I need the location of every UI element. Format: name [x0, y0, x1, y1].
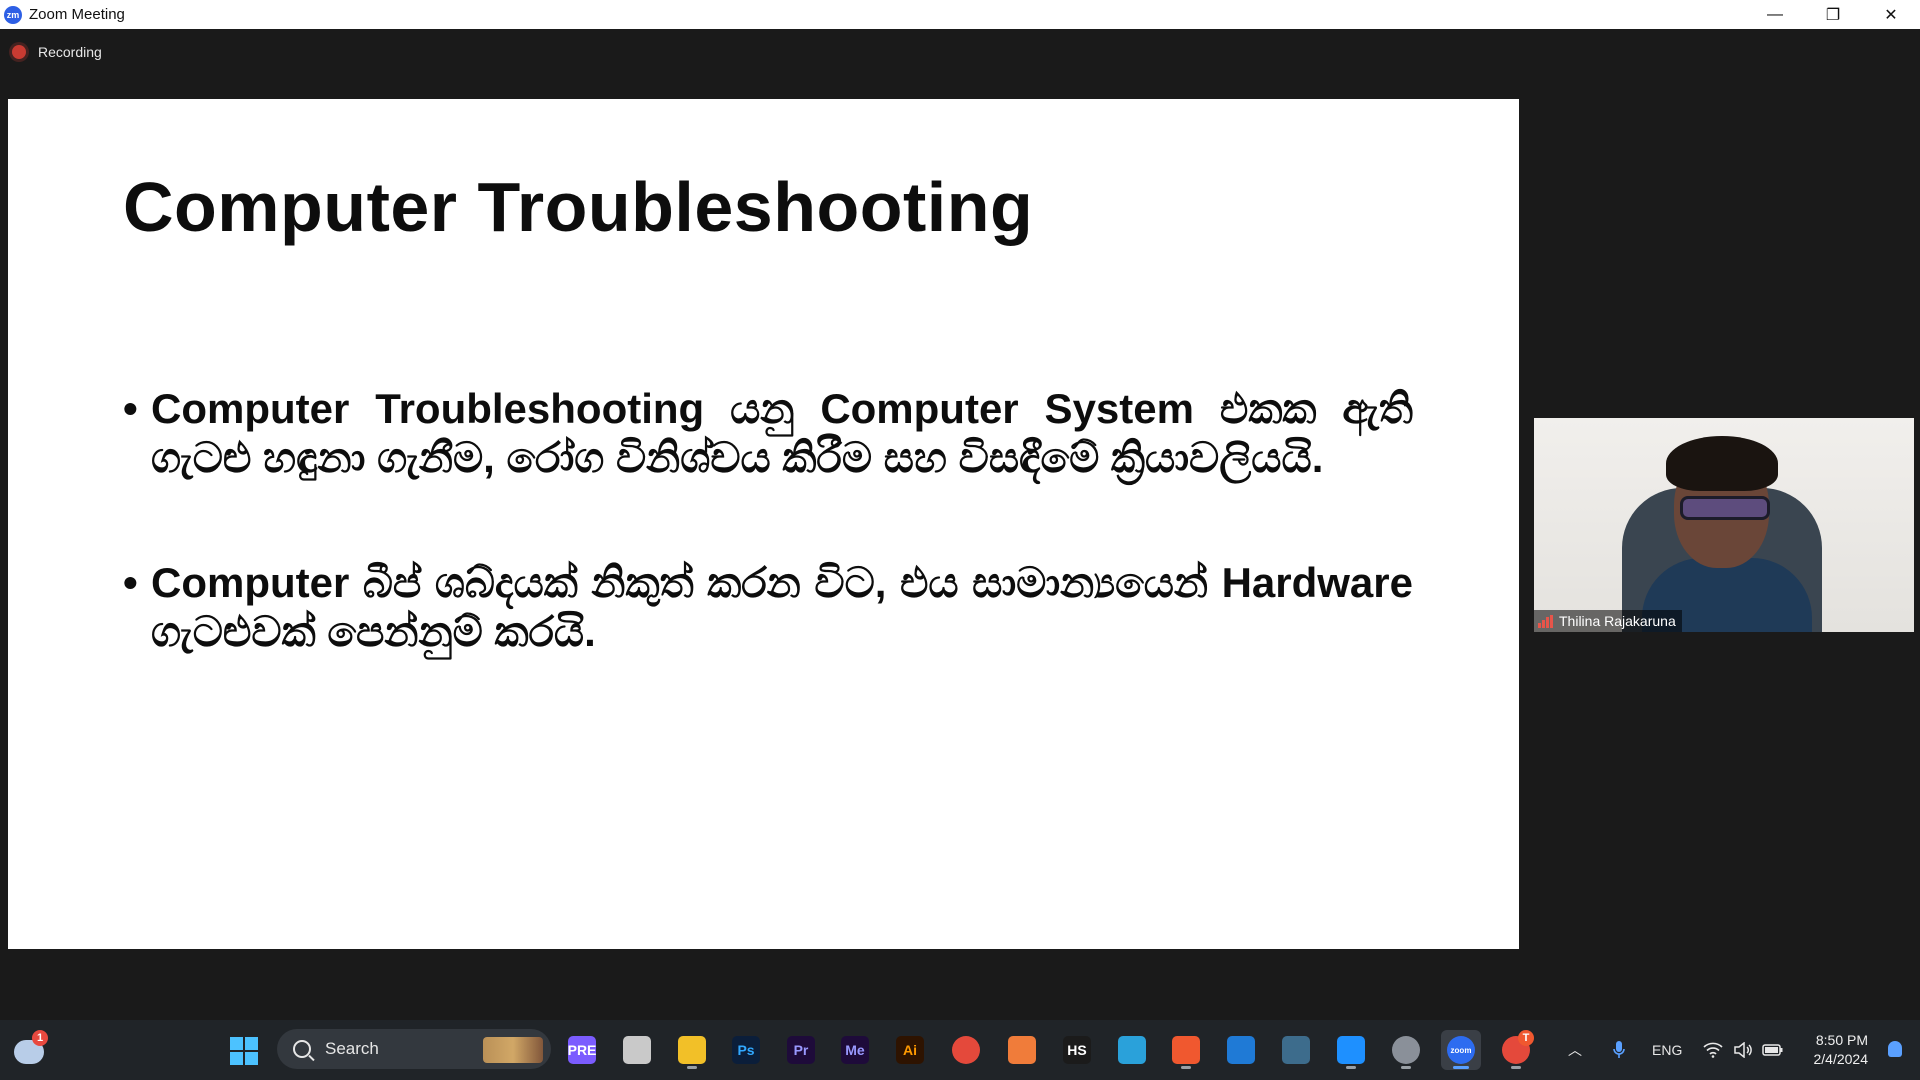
search-icon	[293, 1040, 311, 1058]
taskbar-photoshop-button[interactable]: Ps	[726, 1030, 766, 1070]
participant-video[interactable]: Thilina Rajakaruna	[1534, 418, 1914, 632]
window-title: Zoom Meeting	[29, 6, 125, 23]
title-bar: zm Zoom Meeting — ❐ ✕	[0, 0, 1920, 29]
language-indicator[interactable]: ENG	[1652, 1020, 1682, 1080]
illustrator-icon: Ai	[896, 1036, 924, 1064]
chrome-profile-badge: T	[1518, 1030, 1534, 1046]
taskbar-file-explorer-button[interactable]	[672, 1030, 712, 1070]
taskbar-chrome-profile-button[interactable]: T	[1496, 1030, 1536, 1070]
restore-button[interactable]: ❐	[1804, 0, 1862, 29]
bullet-text: Computer බීප් ශබ්දයක් නිකුත් කරන විට, එය…	[151, 559, 1413, 655]
taskbar-premiere-button[interactable]: Pr	[781, 1030, 821, 1070]
brave-icon	[1172, 1036, 1200, 1064]
file-explorer-icon	[678, 1036, 706, 1064]
taskbar-copilot-button[interactable]: PRE	[562, 1030, 602, 1070]
bullet-point: •	[123, 385, 138, 432]
connection-signal-icon	[1538, 614, 1553, 628]
participant-hair	[1666, 436, 1778, 491]
zoom-icon: zoom	[1447, 1036, 1475, 1064]
settings-icon	[1392, 1036, 1420, 1064]
running-indicator	[1401, 1066, 1411, 1069]
participant-glasses	[1680, 496, 1770, 520]
bullet-text: Computer Troubleshooting යනු Computer Sy…	[151, 385, 1413, 481]
battery-icon[interactable]	[1762, 1020, 1784, 1080]
hs-app-icon: HS	[1063, 1036, 1091, 1064]
sync-app-icon	[1337, 1036, 1365, 1064]
clock-date: 2/4/2024	[1813, 1051, 1869, 1067]
media-encoder-icon: Me	[841, 1036, 869, 1064]
shared-screen-slide: Computer Troubleshooting • Computer Trou…	[8, 99, 1519, 949]
search-highlight-image	[483, 1037, 543, 1063]
show-hidden-icons-button[interactable]: ︿	[1568, 1020, 1582, 1080]
copilot-icon: PRE	[568, 1036, 596, 1064]
search-placeholder: Search	[325, 1039, 379, 1058]
volume-icon[interactable]	[1733, 1020, 1753, 1080]
bullet-point: •	[123, 559, 138, 606]
chrome-icon	[952, 1036, 980, 1064]
running-indicator	[1346, 1066, 1356, 1069]
start-button[interactable]	[230, 1037, 258, 1065]
window-controls: — ❐ ✕	[1746, 0, 1920, 29]
recording-indicator[interactable]: Recording	[12, 44, 102, 60]
taskbar-task-view-button[interactable]	[617, 1030, 657, 1070]
taskbar-media-encoder-button[interactable]: Me	[835, 1030, 875, 1070]
taskbar: 1 Search PRE Ps Pr Me Ai HS zoom T ︿ ENG 8:50 P…	[0, 1020, 1920, 1080]
task-view-icon	[623, 1036, 651, 1064]
running-indicator	[1511, 1066, 1521, 1069]
premiere-icon: Pr	[787, 1036, 815, 1064]
taskbar-brave-button[interactable]	[1166, 1030, 1206, 1070]
participant-name-tag: Thilina Rajakaruna	[1534, 610, 1682, 632]
telegram-icon	[1118, 1036, 1146, 1064]
weather-badge: 1	[32, 1030, 48, 1046]
chevron-up-icon: ︿	[1568, 1042, 1582, 1058]
zoom-logo-icon: zm	[4, 5, 22, 24]
taskbar-telegram-button[interactable]	[1112, 1030, 1152, 1070]
clock-time: 8:50 PM	[1815, 1032, 1868, 1048]
taskbar-hs-app-button[interactable]: HS	[1057, 1030, 1097, 1070]
taskbar-sync-app-button[interactable]	[1331, 1030, 1371, 1070]
notification-bell-icon[interactable]	[1888, 1041, 1902, 1057]
photoshop-icon: Ps	[732, 1036, 760, 1064]
minimize-button[interactable]: —	[1746, 0, 1804, 29]
language-label: ENG	[1652, 1042, 1683, 1058]
microphone-icon[interactable]	[1612, 1020, 1626, 1080]
participant-name: Thilina Rajakaruna	[1559, 613, 1676, 629]
running-indicator	[687, 1066, 697, 1069]
slide-bullet: • Computer Troubleshooting යනු Computer …	[123, 385, 1413, 482]
taskbar-search[interactable]: Search	[277, 1029, 551, 1069]
running-indicator	[1181, 1066, 1191, 1069]
taskbar-chrome-button[interactable]	[946, 1030, 986, 1070]
slide-title: Computer Troubleshooting	[123, 168, 1034, 246]
system-clock[interactable]: 8:50 PM 2/4/2024	[1814, 1031, 1869, 1069]
taskbar-zoom-button[interactable]: zoom	[1441, 1030, 1481, 1070]
recording-dot-icon	[12, 45, 26, 59]
slide-bullet: • Computer බීප් ශබ්දයක් නිකුත් කරන විට, …	[123, 559, 1413, 656]
weather-widget[interactable]: 1	[10, 1030, 50, 1070]
close-button[interactable]: ✕	[1862, 0, 1920, 29]
mysql-workbench-icon	[1282, 1036, 1310, 1064]
running-indicator	[1453, 1066, 1469, 1069]
xampp-icon	[1008, 1036, 1036, 1064]
wifi-icon[interactable]	[1703, 1020, 1723, 1080]
taskbar-illustrator-button[interactable]: Ai	[890, 1030, 930, 1070]
taskbar-vscode-button[interactable]	[1221, 1030, 1261, 1070]
taskbar-xampp-button[interactable]	[1002, 1030, 1042, 1070]
taskbar-settings-button[interactable]	[1386, 1030, 1426, 1070]
vscode-icon	[1227, 1036, 1255, 1064]
taskbar-mysql-workbench-button[interactable]	[1276, 1030, 1316, 1070]
recording-label: Recording	[38, 44, 102, 60]
